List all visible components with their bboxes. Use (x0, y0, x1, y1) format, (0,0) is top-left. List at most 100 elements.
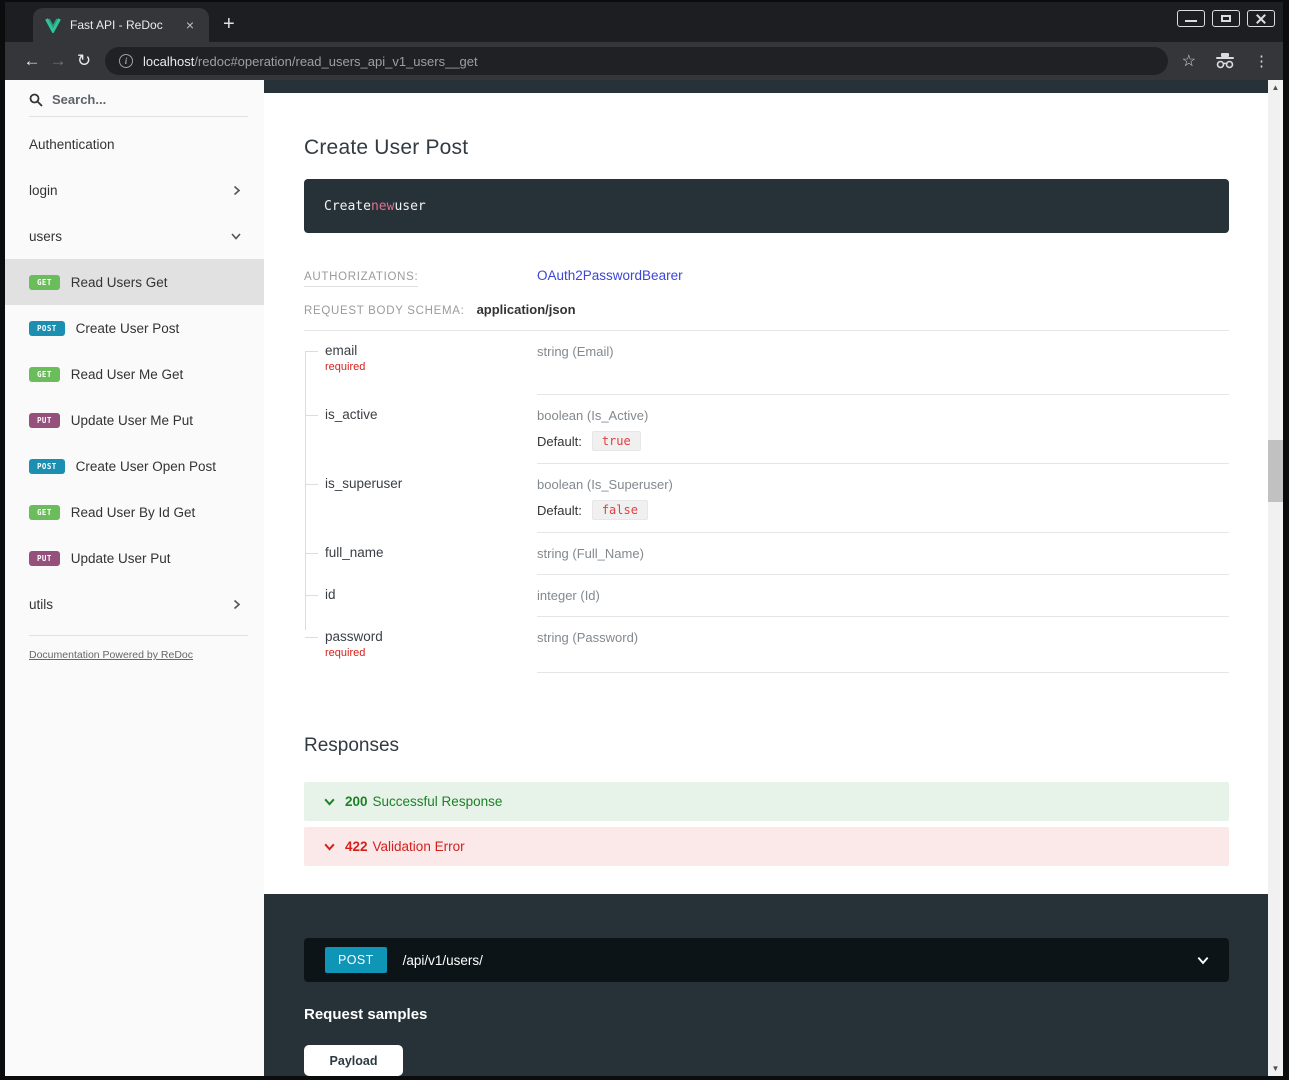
field-row-id: id integer (Id) (304, 575, 1229, 617)
field-name: email (325, 343, 537, 358)
required-label: required (325, 647, 537, 659)
scroll-down-arrow-icon[interactable]: ▼ (1268, 1061, 1283, 1076)
browser-toolbar: ← → ↻ i localhost/redoc#operation/read_u… (5, 42, 1283, 80)
field-row-email: email required string (Email) (304, 331, 1229, 395)
field-row-is-superuser: is_superuser boolean (Is_Superuser) Defa… (304, 464, 1229, 533)
request-samples-title: Request samples (304, 1006, 1268, 1023)
schema-fields-table: email required string (Email) is_active (304, 331, 1229, 673)
window-minimize-button[interactable] (1177, 10, 1205, 27)
sidebar-search[interactable] (29, 92, 248, 117)
bookmark-star-icon[interactable]: ☆ (1182, 51, 1196, 71)
post-method-badge: POST (29, 459, 65, 474)
field-type: integer (Id) (537, 588, 1229, 603)
field-name: is_active (325, 407, 537, 422)
tab-title: Fast API - ReDoc (70, 18, 181, 32)
oauth2-link[interactable]: OAuth2PasswordBearer (537, 268, 683, 283)
default-label: Default: (537, 434, 582, 449)
chevron-down-icon (323, 795, 336, 808)
previous-section-dark-strip (264, 80, 1268, 93)
sidebar-item-utils[interactable]: utils (5, 581, 264, 627)
field-name: is_superuser (325, 476, 537, 491)
fastapi-favicon-icon (45, 17, 61, 33)
sidebar-item-authentication[interactable]: Authentication (5, 121, 264, 167)
reload-button[interactable]: ↻ (71, 51, 97, 71)
search-input[interactable] (52, 92, 212, 107)
chevron-right-icon (231, 185, 242, 196)
default-label: Default: (537, 503, 582, 518)
default-value-chip: false (592, 500, 648, 520)
forward-button[interactable]: → (45, 51, 71, 71)
incognito-icon[interactable] (1214, 53, 1236, 69)
response-label: Validation Error (373, 839, 465, 854)
field-row-full-name: full_name string (Full_Name) (304, 533, 1229, 575)
sidebar-item-create-user-open-post[interactable]: POST Create User Open Post (5, 443, 264, 489)
response-code: 200 (345, 794, 368, 809)
sidebar-item-update-user-me-put[interactable]: PUT Update User Me Put (5, 397, 264, 443)
endpoint-path: /api/v1/users/ (403, 953, 483, 968)
chevron-down-icon (1196, 953, 1210, 967)
sidebar-item-read-user-me-get[interactable]: GET Read User Me Get (5, 351, 264, 397)
field-type: boolean (Is_Superuser) (537, 477, 1229, 492)
authorizations-label: AUTHORIZATIONS: (304, 271, 418, 287)
sidebar-divider (29, 635, 248, 636)
sidebar-item-update-user-put[interactable]: PUT Update User Put (5, 535, 264, 581)
new-tab-button[interactable]: + (223, 13, 235, 36)
get-method-badge: GET (29, 275, 60, 290)
operation-title: Create User Post (304, 136, 1229, 160)
sidebar-item-read-user-by-id-get[interactable]: GET Read User By Id Get (5, 489, 264, 535)
field-name: password (325, 629, 537, 644)
browser-scrollbar[interactable]: ▲ ▼ (1268, 80, 1283, 1076)
payload-tab[interactable]: Payload (304, 1045, 403, 1076)
field-type: boolean (Is_Active) (537, 408, 1229, 423)
sidebar-item-read-users-get[interactable]: GET Read Users Get (5, 259, 264, 305)
required-label: required (325, 361, 537, 373)
endpoint-dropdown[interactable]: POST /api/v1/users/ (304, 938, 1229, 982)
chevron-right-icon (231, 599, 242, 610)
operation-description-code: Create new user (304, 179, 1229, 233)
request-body-schema-label: REQUEST BODY SCHEMA: (304, 305, 465, 317)
field-type: string (Email) (537, 344, 1229, 359)
put-method-badge: PUT (29, 551, 60, 566)
sidebar-item-create-user-post[interactable]: POST Create User Post (5, 305, 264, 351)
request-samples-section: POST /api/v1/users/ Request samples Payl… (264, 894, 1268, 1076)
content-type-value: application/json (477, 302, 576, 317)
post-method-badge: POST (29, 321, 65, 336)
chevron-down-icon (230, 230, 242, 242)
tab-strip: Fast API - ReDoc × + (5, 2, 1283, 42)
get-method-badge: GET (29, 505, 60, 520)
response-code: 422 (345, 839, 368, 854)
tab-close-icon[interactable]: × (181, 17, 199, 33)
browser-tab[interactable]: Fast API - ReDoc × (33, 8, 209, 42)
doc-main: Create User Post Create new user AUTHORI… (264, 80, 1268, 1076)
back-button[interactable]: ← (19, 51, 45, 71)
scrollbar-thumb[interactable] (1268, 440, 1283, 502)
site-info-icon[interactable]: i (119, 54, 133, 68)
sidebar-item-users[interactable]: users (5, 213, 264, 259)
response-422-panel[interactable]: 422 Validation Error (304, 827, 1229, 866)
window-close-button[interactable] (1247, 10, 1275, 27)
post-method-chip: POST (325, 947, 387, 973)
field-name: full_name (325, 545, 537, 560)
field-row-is-active: is_active boolean (Is_Active) Default: t… (304, 395, 1229, 464)
url-path: /redoc#operation/read_users_api_v1_users… (194, 54, 477, 69)
scroll-up-arrow-icon[interactable]: ▲ (1268, 80, 1283, 95)
window-maximize-button[interactable] (1212, 10, 1240, 27)
browser-menu-icon[interactable]: ⋮ (1254, 52, 1269, 70)
default-value-chip: true (592, 431, 641, 451)
request-body-schema-row: REQUEST BODY SCHEMA: application/json (304, 302, 1229, 317)
response-200-panel[interactable]: 200 Successful Response (304, 782, 1229, 821)
responses-heading: Responses (304, 735, 1229, 757)
field-row-password: password required string (Password) (304, 617, 1229, 673)
search-icon (29, 93, 43, 107)
put-method-badge: PUT (29, 413, 60, 428)
url-host: localhost (143, 54, 194, 69)
chevron-down-icon (323, 840, 336, 853)
field-name: id (325, 587, 537, 602)
redoc-sidebar: Authentication login users (5, 80, 264, 1076)
response-label: Successful Response (373, 794, 503, 809)
redoc-footer-link[interactable]: Documentation Powered by ReDoc (29, 649, 193, 661)
sidebar-item-login[interactable]: login (5, 167, 264, 213)
field-type: string (Password) (537, 630, 1229, 645)
field-type: string (Full_Name) (537, 546, 1229, 561)
url-bar[interactable]: i localhost/redoc#operation/read_users_a… (105, 47, 1168, 75)
